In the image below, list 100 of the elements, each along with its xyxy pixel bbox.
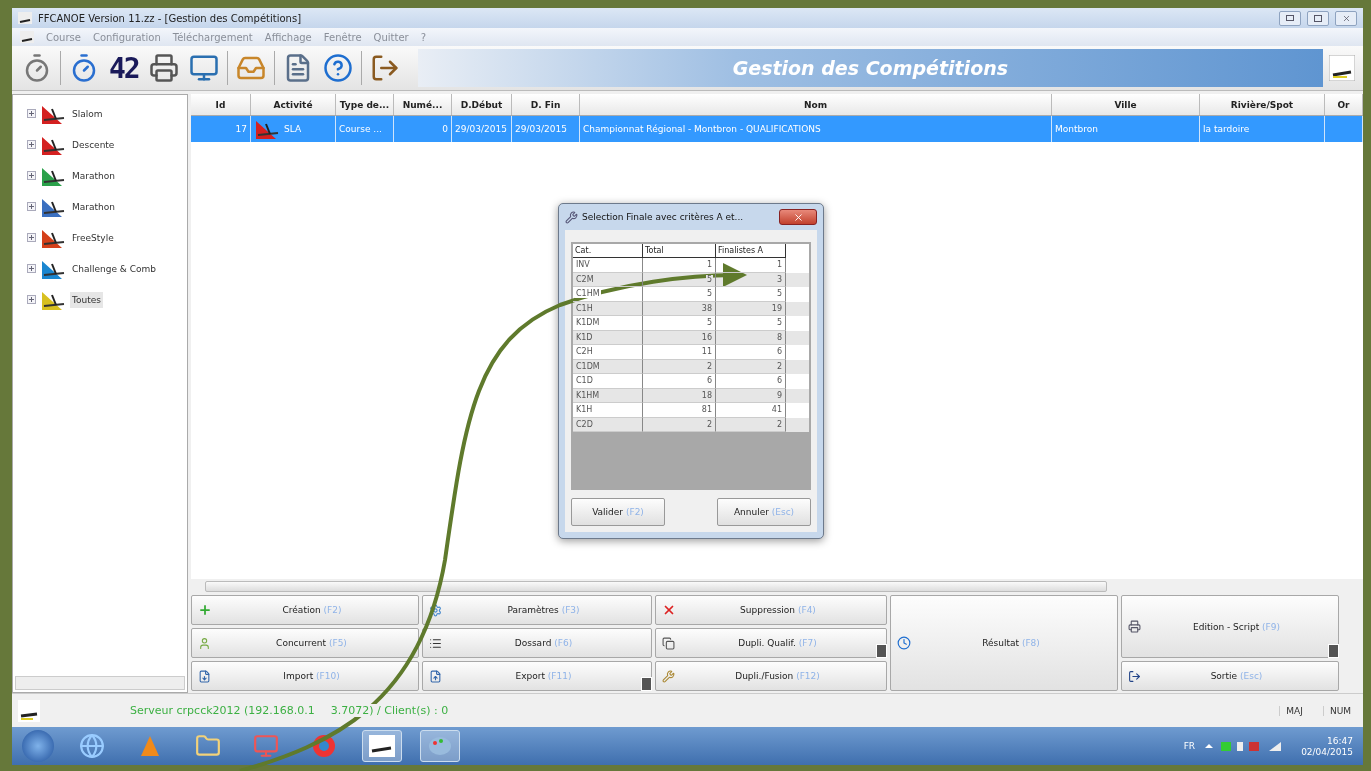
table-cell: la tardoire xyxy=(1203,124,1250,134)
action-button[interactable]: Import (F10) xyxy=(191,661,419,691)
table-cell: C2H xyxy=(575,347,594,357)
copy-icon xyxy=(662,636,675,650)
banner: Gestion des Compétitions xyxy=(417,49,1323,87)
expand-toggle[interactable] xyxy=(27,295,36,304)
expand-toggle[interactable] xyxy=(27,264,36,273)
column-header[interactable]: Id xyxy=(191,94,251,115)
clock-icon xyxy=(897,636,911,650)
expand-toggle[interactable] xyxy=(27,140,36,149)
scrollbar[interactable] xyxy=(15,676,185,690)
column-header[interactable]: Activité xyxy=(251,94,336,115)
table-cell: K1HM xyxy=(575,390,601,400)
action-button[interactable]: Dupli./Fusion (F12) xyxy=(655,661,887,691)
server-status: Serveur crpcck2012 (192.168.0.1 xyxy=(130,704,315,717)
start-button[interactable] xyxy=(22,730,54,762)
action-button[interactable]: Dupli. Qualif. (F7) xyxy=(655,628,887,658)
table-cell: 6 xyxy=(705,376,713,386)
table-cell: 3 xyxy=(775,274,783,284)
action-button[interactable]: Edition - Script (F9) xyxy=(1121,595,1339,658)
action-button[interactable]: Concurrent (F5) xyxy=(191,628,419,658)
table-cell: 6 xyxy=(775,347,783,357)
table-cell: C1HM xyxy=(575,289,601,299)
tree-item[interactable]: Toutes xyxy=(70,291,103,308)
window-title: FFCANOE Version 11.zz - [Gestion des Compétitions] xyxy=(38,12,302,24)
language-indicator[interactable]: FR xyxy=(1183,741,1196,751)
action-button[interactable]: Paramètres (F3) xyxy=(422,595,652,625)
table-cell: 2 xyxy=(705,361,713,371)
expand-toggle[interactable] xyxy=(27,202,36,211)
expand-toggle[interactable] xyxy=(27,109,36,118)
column-header[interactable]: D.Début xyxy=(452,94,512,115)
expand-toggle[interactable] xyxy=(27,233,36,242)
table-cell: 2 xyxy=(775,419,783,429)
table-cell: 18 xyxy=(700,390,713,400)
tree-item[interactable]: Descente xyxy=(70,136,117,153)
person-icon xyxy=(198,636,211,650)
column-header[interactable]: Nom xyxy=(580,94,1052,115)
close-icon xyxy=(1341,13,1351,23)
maximize-icon xyxy=(1314,14,1322,22)
dropdown-marker[interactable] xyxy=(641,677,652,691)
table-cell: 5 xyxy=(775,289,783,299)
action-button[interactable]: Suppression (F4) xyxy=(655,595,887,625)
action-button[interactable]: Export (F11) xyxy=(422,661,652,691)
action-button[interactable]: Dossard (F6) xyxy=(422,628,652,658)
table-cell: K1D xyxy=(575,332,594,342)
table-cell: Montbron xyxy=(1055,124,1098,134)
table-cell: K1DM xyxy=(575,318,601,328)
table-cell: INV xyxy=(575,260,591,270)
table-cell: C2M xyxy=(575,274,595,284)
key-indicator: MAJ xyxy=(1279,705,1309,716)
clock-date: 02/04/2015 xyxy=(1301,746,1353,757)
dropdown-marker[interactable] xyxy=(1328,644,1339,658)
action-button[interactable]: Création (F2) xyxy=(191,595,419,625)
maximize-button[interactable] xyxy=(1307,10,1329,26)
dropdown-marker[interactable] xyxy=(876,644,887,658)
tree-item[interactable]: Marathon xyxy=(70,198,117,215)
table-cell: 1 xyxy=(775,260,783,270)
app-logo-icon xyxy=(20,31,34,43)
table-cell: 5 xyxy=(705,318,713,328)
wrench-icon xyxy=(565,210,578,224)
tree-item[interactable]: Challenge & Comb xyxy=(70,260,158,277)
column-header[interactable]: Ville xyxy=(1052,94,1200,115)
counter-button[interactable]: 42 xyxy=(107,49,141,87)
action-button[interactable]: Résultat (F8) xyxy=(890,595,1118,691)
close-button[interactable] xyxy=(779,209,817,225)
table-cell: C2D xyxy=(575,419,594,429)
scrollbar-thumb[interactable] xyxy=(205,580,1107,592)
column-header[interactable]: Or xyxy=(1325,94,1363,115)
clock-time: 16:47 xyxy=(1327,735,1353,746)
close-icon xyxy=(792,211,804,223)
app-icon[interactable] xyxy=(362,730,402,762)
close-icon xyxy=(662,603,676,617)
dialog-button[interactable]: Annuler (Esc) xyxy=(717,498,811,526)
column-header[interactable]: Rivière/Spot xyxy=(1200,94,1325,115)
wrench-icon xyxy=(662,669,675,683)
action-button[interactable]: Sortie (Esc) xyxy=(1121,661,1339,691)
tree-item[interactable]: FreeStyle xyxy=(70,229,116,246)
table-cell: 5 xyxy=(705,289,713,299)
tree-item[interactable]: Slalom xyxy=(70,105,105,122)
canoe-logo-icon xyxy=(254,118,280,140)
column-header[interactable]: D. Fin xyxy=(512,94,580,115)
close-button[interactable] xyxy=(1335,10,1357,26)
expand-toggle[interactable] xyxy=(27,171,36,180)
app-logo-icon xyxy=(18,699,40,722)
minimize-button[interactable] xyxy=(1279,10,1301,26)
table-cell: C1D xyxy=(575,376,594,386)
table-cell: 5 xyxy=(775,318,783,328)
table-cell: C1DM xyxy=(575,361,601,371)
dialog-button[interactable]: Valider (F2) xyxy=(571,498,665,526)
table-cell: SLA xyxy=(284,124,302,134)
column-header[interactable]: Numé... xyxy=(394,94,452,115)
column-header[interactable]: Type de... xyxy=(336,94,394,115)
app-logo-icon xyxy=(1329,55,1355,81)
printer-icon xyxy=(1128,620,1141,633)
table-cell: 29/03/2015 xyxy=(515,124,567,134)
list-icon xyxy=(429,636,442,650)
table-cell: Championnat Régional - Montbron - QUALIFICATIONS xyxy=(583,124,821,134)
table-cell: 2 xyxy=(705,419,713,429)
table-cell: K1H xyxy=(575,405,594,415)
tree-item[interactable]: Marathon xyxy=(70,167,117,184)
